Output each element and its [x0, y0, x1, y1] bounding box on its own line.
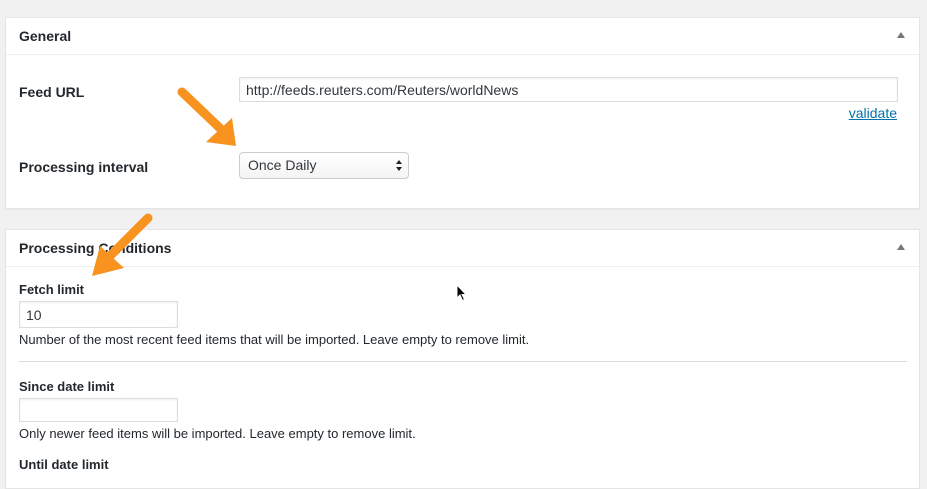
since-date-limit-description: Only newer feed items will be imported. … [19, 426, 416, 441]
fetch-limit-input[interactable]: 10 [19, 301, 178, 328]
fetch-limit-description: Number of the most recent feed items tha… [19, 332, 530, 347]
general-panel-header[interactable]: General [6, 18, 919, 55]
general-panel: General Feed URL http://feeds.reuters.co… [5, 17, 920, 209]
processing-interval-select[interactable]: Once Daily [239, 152, 409, 179]
select-arrows-icon [396, 159, 404, 173]
validate-link[interactable]: validate [849, 105, 897, 121]
general-panel-title: General [19, 28, 72, 44]
mouse-cursor-icon [456, 284, 468, 302]
feed-url-input[interactable]: http://feeds.reuters.com/Reuters/worldNe… [239, 77, 898, 102]
collapse-toggle-icon[interactable] [897, 32, 905, 38]
fetch-limit-label: Fetch limit [19, 282, 85, 297]
processing-interval-label: Processing interval [19, 159, 149, 175]
processing-interval-selected: Once Daily [248, 157, 317, 173]
processing-conditions-title: Processing Conditions [19, 240, 172, 256]
since-date-limit-input[interactable] [19, 398, 178, 422]
feed-url-label: Feed URL [19, 84, 85, 100]
section-divider [19, 361, 907, 362]
processing-conditions-header[interactable]: Processing Conditions [6, 230, 919, 267]
until-date-limit-label: Until date limit [19, 457, 109, 472]
since-date-limit-label: Since date limit [19, 379, 115, 394]
collapse-toggle-icon[interactable] [897, 244, 905, 250]
processing-conditions-panel: Processing Conditions Fetch limit 10 Num… [5, 229, 920, 489]
